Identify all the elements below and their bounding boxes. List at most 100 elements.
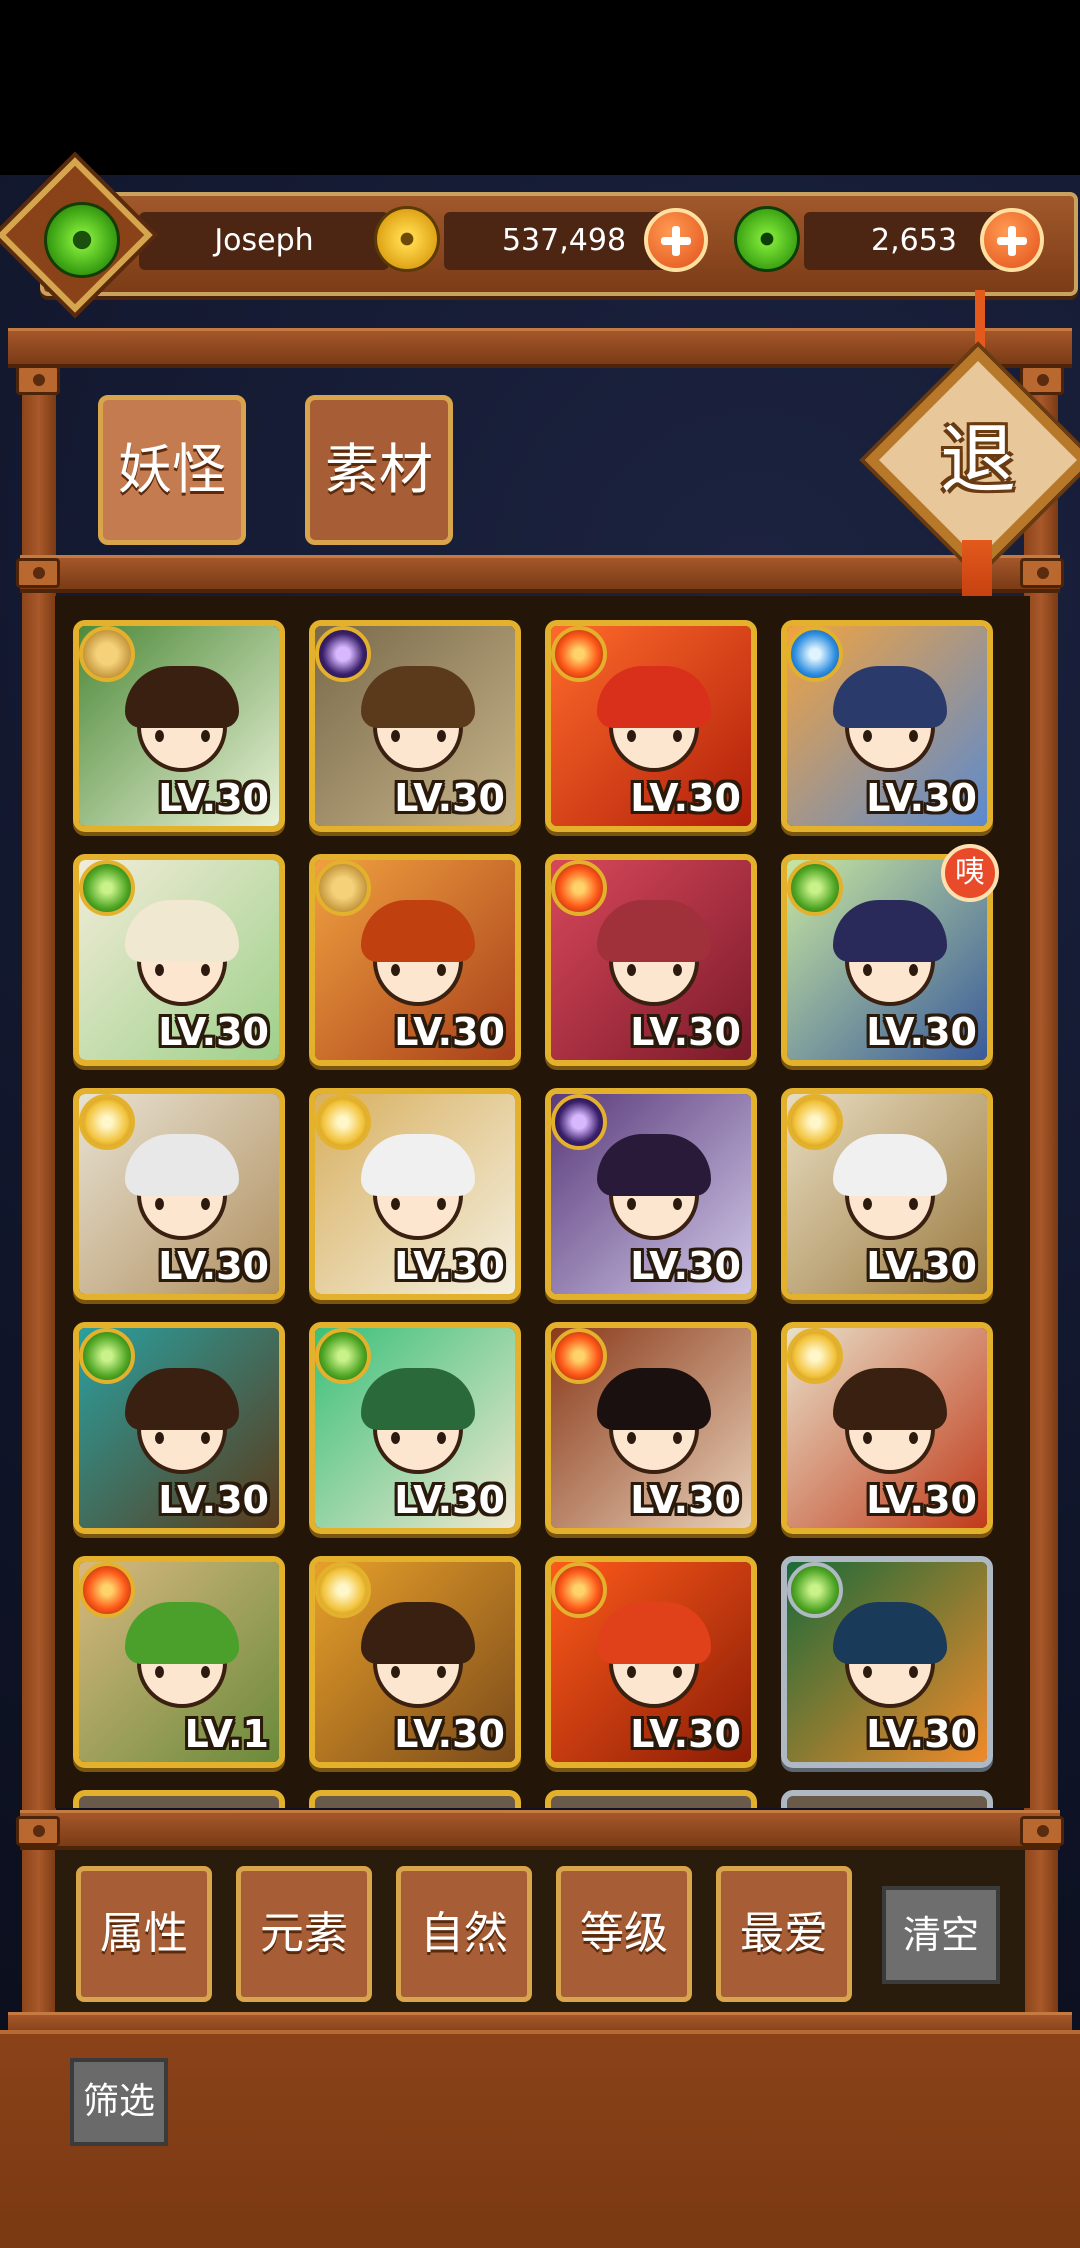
filter-level-button[interactable]: 等级 (556, 1866, 692, 2002)
monster-card[interactable]: LV.30 (545, 1322, 757, 1534)
monster-card[interactable]: LV.30 (545, 620, 757, 832)
monster-level: LV.30 (866, 1244, 977, 1288)
monster-eye (437, 1432, 446, 1444)
monster-card-partial[interactable] (781, 1790, 993, 1808)
monster-hair (125, 1134, 239, 1196)
monster-level: LV.30 (158, 1478, 269, 1522)
fire-element-icon (551, 1328, 607, 1384)
filter-favorite-button[interactable]: 最爱 (716, 1866, 852, 2002)
status-bar-area (0, 0, 1080, 175)
monster-card[interactable]: LV.1 (73, 1556, 285, 1768)
jade-coin-icon (734, 206, 800, 272)
monster-hair (597, 1368, 711, 1430)
add-jade-button[interactable] (980, 208, 1044, 272)
monster-eye (673, 964, 682, 976)
avatar-jade-icon (44, 202, 120, 278)
filter-nature-button[interactable]: 自然 (396, 1866, 532, 2002)
monster-eye (909, 1432, 918, 1444)
monster-hair (597, 666, 711, 728)
fire-element-icon (551, 1562, 607, 1618)
monster-eye (201, 964, 210, 976)
monster-eye (437, 1666, 446, 1678)
player-name-slot: Joseph (139, 212, 389, 270)
monster-card[interactable]: LV.30 (309, 620, 521, 832)
monster-card[interactable]: LV.30 (781, 1322, 993, 1534)
monster-eye (155, 730, 164, 742)
monster-eye (201, 1198, 210, 1210)
monster-eye (863, 1432, 872, 1444)
monster-eye (627, 730, 636, 742)
monster-hair (125, 1368, 239, 1430)
monster-level: LV.30 (394, 1478, 505, 1522)
top-beam (8, 328, 1072, 368)
monster-card[interactable]: LV.30 (309, 1556, 521, 1768)
left-post (22, 368, 56, 2028)
water-element-icon (787, 626, 843, 682)
filter-toggle-button[interactable]: 筛选 (70, 2058, 168, 2146)
bolt-decoration (1020, 558, 1064, 588)
leaf-element-icon (79, 1328, 135, 1384)
monster-card[interactable]: LV.30 (545, 854, 757, 1066)
monster-card[interactable]: LV.30 (545, 1556, 757, 1768)
monster-level: LV.30 (394, 1010, 505, 1054)
monster-eye (627, 1432, 636, 1444)
monster-hair (125, 1602, 239, 1664)
clear-button[interactable]: 清空 (882, 1886, 1000, 1984)
monster-hair (833, 900, 947, 962)
monster-level: LV.30 (630, 1010, 741, 1054)
monster-card[interactable]: LV.30 (73, 1322, 285, 1534)
monster-card[interactable]: LV.30 (73, 1088, 285, 1300)
monster-card[interactable]: LV.30 (781, 620, 993, 832)
monster-hair (597, 900, 711, 962)
monster-level: LV.30 (394, 1244, 505, 1288)
monster-eye (391, 1666, 400, 1678)
monster-hair (833, 666, 947, 728)
monster-card[interactable]: LV.30 (309, 854, 521, 1066)
monster-level: LV.30 (158, 1010, 269, 1054)
monster-level: LV.30 (158, 1244, 269, 1288)
monster-card[interactable]: LV.30 (781, 1088, 993, 1300)
monster-card[interactable]: LV.30 (73, 620, 285, 832)
monster-level: LV.30 (866, 1010, 977, 1054)
shelf-beam (20, 555, 1060, 593)
tab-monsters[interactable]: 妖怪 (98, 395, 246, 545)
monster-level: LV.30 (394, 1712, 505, 1756)
monster-card-partial[interactable] (73, 1790, 285, 1808)
monster-hair (597, 1134, 711, 1196)
bolt-decoration (1020, 1816, 1064, 1846)
monster-hair (361, 666, 475, 728)
monster-hair (125, 666, 239, 728)
monster-card[interactable]: LV.30 (309, 1088, 521, 1300)
monster-eye (673, 1666, 682, 1678)
monster-eye (673, 1198, 682, 1210)
monster-card-partial[interactable] (545, 1790, 757, 1808)
dark-element-icon (315, 626, 371, 682)
monster-card[interactable]: LV.30 (309, 1322, 521, 1534)
add-gold-button[interactable] (644, 208, 708, 272)
monster-hair (833, 1368, 947, 1430)
monster-level: LV.30 (866, 776, 977, 820)
monster-card[interactable]: LV.30 (545, 1088, 757, 1300)
monster-eye (437, 964, 446, 976)
leaf-element-icon (79, 860, 135, 916)
monster-eye (673, 730, 682, 742)
monster-eye (909, 1198, 918, 1210)
monster-eye (391, 1432, 400, 1444)
bolt-decoration (16, 558, 60, 588)
monster-eye (201, 1432, 210, 1444)
filter-element-button[interactable]: 元素 (236, 1866, 372, 2002)
monster-hair (361, 1368, 475, 1430)
exit-label: 退 (940, 415, 1016, 504)
filter-attribute-button[interactable]: 属性 (76, 1866, 212, 2002)
bolt-decoration (16, 365, 60, 395)
lower-shelf-beam (20, 1810, 1060, 1850)
monster-grid: LV.30 LV.30 LV.30 LV.30 LV.30 LV.30 LV.30 LV.30… (55, 596, 1030, 1808)
monster-eye (627, 964, 636, 976)
monster-card[interactable]: LV.30 (73, 854, 285, 1066)
monster-level: LV.30 (158, 776, 269, 820)
monster-card[interactable]: LV.30 (781, 1556, 993, 1768)
monster-eye (909, 730, 918, 742)
tab-materials[interactable]: 素材 (305, 395, 453, 545)
monster-card-partial[interactable] (309, 1790, 521, 1808)
monster-eye (863, 1198, 872, 1210)
